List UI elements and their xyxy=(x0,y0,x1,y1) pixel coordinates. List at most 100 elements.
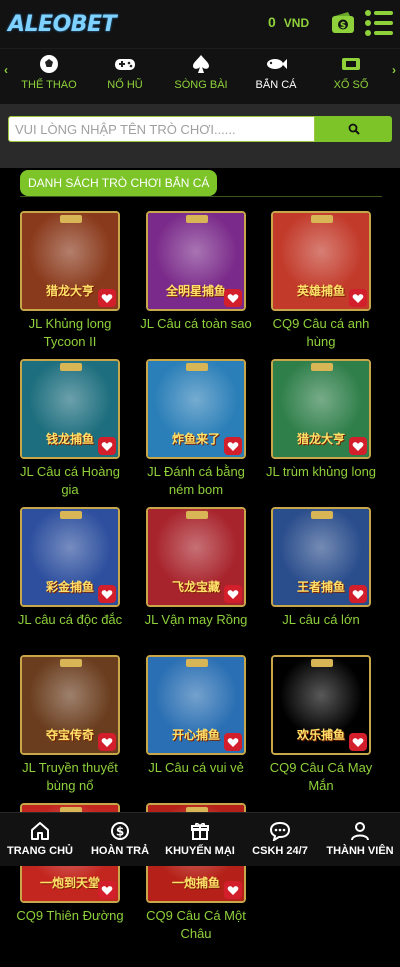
game-name[interactable]: CQ9 Câu Cá Một Châu xyxy=(136,907,256,943)
game-name[interactable]: JL Câu cá vui vẻ xyxy=(136,759,256,777)
game-thumbnail[interactable]: 猎龙大亨 xyxy=(20,211,120,311)
search-input[interactable] xyxy=(8,116,315,142)
nav-label: CSKH 24/7 xyxy=(252,845,308,857)
game-thumbnail[interactable]: 钱龙捕鱼 xyxy=(20,359,120,459)
category-label: NỔ HŨ xyxy=(107,79,143,91)
nav-rebate[interactable]: $ HOÀN TRẢ xyxy=(80,821,160,857)
favorite-heart-icon[interactable] xyxy=(224,289,242,307)
game-card[interactable]: 全明星捕鱼 JL Câu cá toàn sao xyxy=(140,211,252,333)
nav-label: HOÀN TRẢ xyxy=(90,845,150,857)
game-card[interactable]: 彩金捕鱼 JL câu cá độc đắc xyxy=(18,507,122,629)
game-thumbnail[interactable]: 王者捕鱼 xyxy=(271,507,371,607)
provider-tag xyxy=(311,363,333,371)
game-thumbnail[interactable]: 彩金捕鱼 xyxy=(20,507,120,607)
favorite-heart-icon[interactable] xyxy=(98,289,116,307)
game-thumbnail[interactable]: 欢乐捕鱼 xyxy=(271,655,371,755)
dollar-circle-icon: $ xyxy=(111,822,129,840)
game-thumbnail[interactable]: 全明星捕鱼 xyxy=(146,211,246,311)
search-button[interactable] xyxy=(315,116,392,142)
game-thumbnail[interactable]: 炸鱼来了 xyxy=(146,359,246,459)
wallet-icon[interactable]: $ xyxy=(330,10,356,36)
provider-tag xyxy=(60,215,82,223)
search-icon xyxy=(348,123,360,135)
provider-tag xyxy=(311,511,333,519)
game-name[interactable]: CQ9 Câu cá anh hùng xyxy=(261,315,381,351)
game-thumbnail[interactable]: 英雄捕鱼 xyxy=(271,211,371,311)
favorite-heart-icon[interactable] xyxy=(98,437,116,455)
favorite-heart-icon[interactable] xyxy=(224,733,242,751)
provider-tag xyxy=(311,215,333,223)
search-bar xyxy=(0,104,400,168)
game-card[interactable]: 猎龙大亨 JL Khủng long Tycoon II xyxy=(20,211,120,351)
game-name[interactable]: JL Câu cá Hoàng gia xyxy=(10,463,130,499)
favorite-heart-icon[interactable] xyxy=(224,437,242,455)
nav-label: TRANG CHỦ xyxy=(7,845,73,857)
game-name[interactable]: JL câu cá lớn xyxy=(261,611,381,629)
game-card[interactable]: 欢乐捕鱼 CQ9 Câu Cá May Mắn xyxy=(270,655,372,795)
game-thumbnail[interactable]: 夺宝传奇 xyxy=(20,655,120,755)
game-card[interactable]: 夺宝传奇 JL Truyền thuyết bùng nổ xyxy=(20,655,120,795)
brand-logo[interactable]: ALEOBET xyxy=(8,12,117,37)
favorite-heart-icon[interactable] xyxy=(349,733,367,751)
game-name[interactable]: JL Câu cá toàn sao xyxy=(136,315,256,333)
menu-icon[interactable] xyxy=(364,9,394,37)
game-name[interactable]: JL Đánh cá bằng ném bom xyxy=(136,463,256,499)
category-lottery[interactable]: XỔ SỐ xyxy=(318,53,384,91)
soccer-ball-icon xyxy=(40,55,58,73)
favorite-heart-icon[interactable] xyxy=(98,733,116,751)
game-thumbnail[interactable]: 飞龙宝藏 xyxy=(146,507,246,607)
balance-currency: VND xyxy=(283,16,310,30)
gamepad-icon xyxy=(115,59,135,70)
favorite-heart-icon[interactable] xyxy=(224,881,242,899)
game-card[interactable]: 钱龙捕鱼 JL Câu cá Hoàng gia xyxy=(20,359,120,499)
category-fishing[interactable]: BẮN CÁ xyxy=(243,53,309,91)
nav-member[interactable]: THÀNH VIÊN xyxy=(320,821,400,857)
game-thumbnail[interactable]: 猎龙大亨 xyxy=(271,359,371,459)
game-card[interactable]: 飞龙宝藏 JL Vận may Rồng xyxy=(145,507,247,629)
chevron-left-icon[interactable]: ‹ xyxy=(4,63,8,77)
game-name[interactable]: CQ9 Câu Cá May Mắn xyxy=(261,759,381,795)
section-title: DANH SÁCH TRÒ CHƠI BẮN CÁ xyxy=(20,170,218,196)
provider-tag xyxy=(186,511,208,519)
game-thumbnail[interactable]: 开心捕鱼 xyxy=(146,655,246,755)
provider-tag xyxy=(186,215,208,223)
favorite-heart-icon[interactable] xyxy=(98,585,116,603)
category-casino[interactable]: SÒNG BÀI xyxy=(168,53,234,91)
game-card[interactable]: 炸鱼来了 JL Đánh cá bằng ném bom xyxy=(146,359,246,499)
provider-tag xyxy=(60,511,82,519)
top-header: ALEOBET 0 VND $ xyxy=(0,0,400,48)
chevron-right-icon[interactable]: › xyxy=(392,63,396,77)
game-card[interactable]: 王者捕鱼 JL câu cá lớn xyxy=(271,507,371,629)
category-sports[interactable]: THỂ THAO xyxy=(16,53,82,91)
game-card[interactable]: 开心捕鱼 JL Câu cá vui vẻ xyxy=(146,655,246,777)
category-label: SÒNG BÀI xyxy=(174,79,228,91)
category-label: BẮN CÁ xyxy=(255,79,297,91)
provider-tag xyxy=(311,659,333,667)
bottom-nav: TRANG CHỦ $ HOÀN TRẢ KHUYẾN MẠI CSKH 24/… xyxy=(0,812,400,866)
nav-home[interactable]: TRANG CHỦ xyxy=(0,821,80,857)
favorite-heart-icon[interactable] xyxy=(98,881,116,899)
nav-label: THÀNH VIÊN xyxy=(326,845,394,857)
game-card[interactable]: 英雄捕鱼 CQ9 Câu cá anh hùng xyxy=(271,211,371,351)
nav-support[interactable]: CSKH 24/7 xyxy=(240,821,320,857)
game-name[interactable]: JL Vận may Rồng xyxy=(136,611,256,629)
favorite-heart-icon[interactable] xyxy=(224,585,242,603)
game-name[interactable]: JL Khủng long Tycoon II xyxy=(10,315,130,351)
game-name[interactable]: CQ9 Thiên Đường xyxy=(10,907,130,925)
game-name[interactable]: JL câu cá độc đắc xyxy=(10,611,130,629)
balance-amount: 0 xyxy=(268,14,276,30)
game-card[interactable]: 猎龙大亨 JL trùm khủng long xyxy=(266,359,376,481)
favorite-heart-icon[interactable] xyxy=(349,289,367,307)
nav-promotions[interactable]: KHUYẾN MẠI xyxy=(160,821,240,857)
spade-icon xyxy=(193,55,209,73)
category-slots[interactable]: NỔ HŨ xyxy=(92,53,158,91)
favorite-heart-icon[interactable] xyxy=(349,585,367,603)
game-name[interactable]: JL Truyền thuyết bùng nổ xyxy=(10,759,130,795)
home-icon xyxy=(31,822,49,840)
provider-tag xyxy=(186,363,208,371)
provider-tag xyxy=(60,363,82,371)
favorite-heart-icon[interactable] xyxy=(349,437,367,455)
category-label: THỂ THAO xyxy=(21,79,77,91)
category-nav: ‹ THỂ THAO NỔ HŨ SÒNG BÀI BẮN CÁ XỔ SỐ › xyxy=(0,48,400,104)
game-name[interactable]: JL trùm khủng long xyxy=(261,463,381,481)
